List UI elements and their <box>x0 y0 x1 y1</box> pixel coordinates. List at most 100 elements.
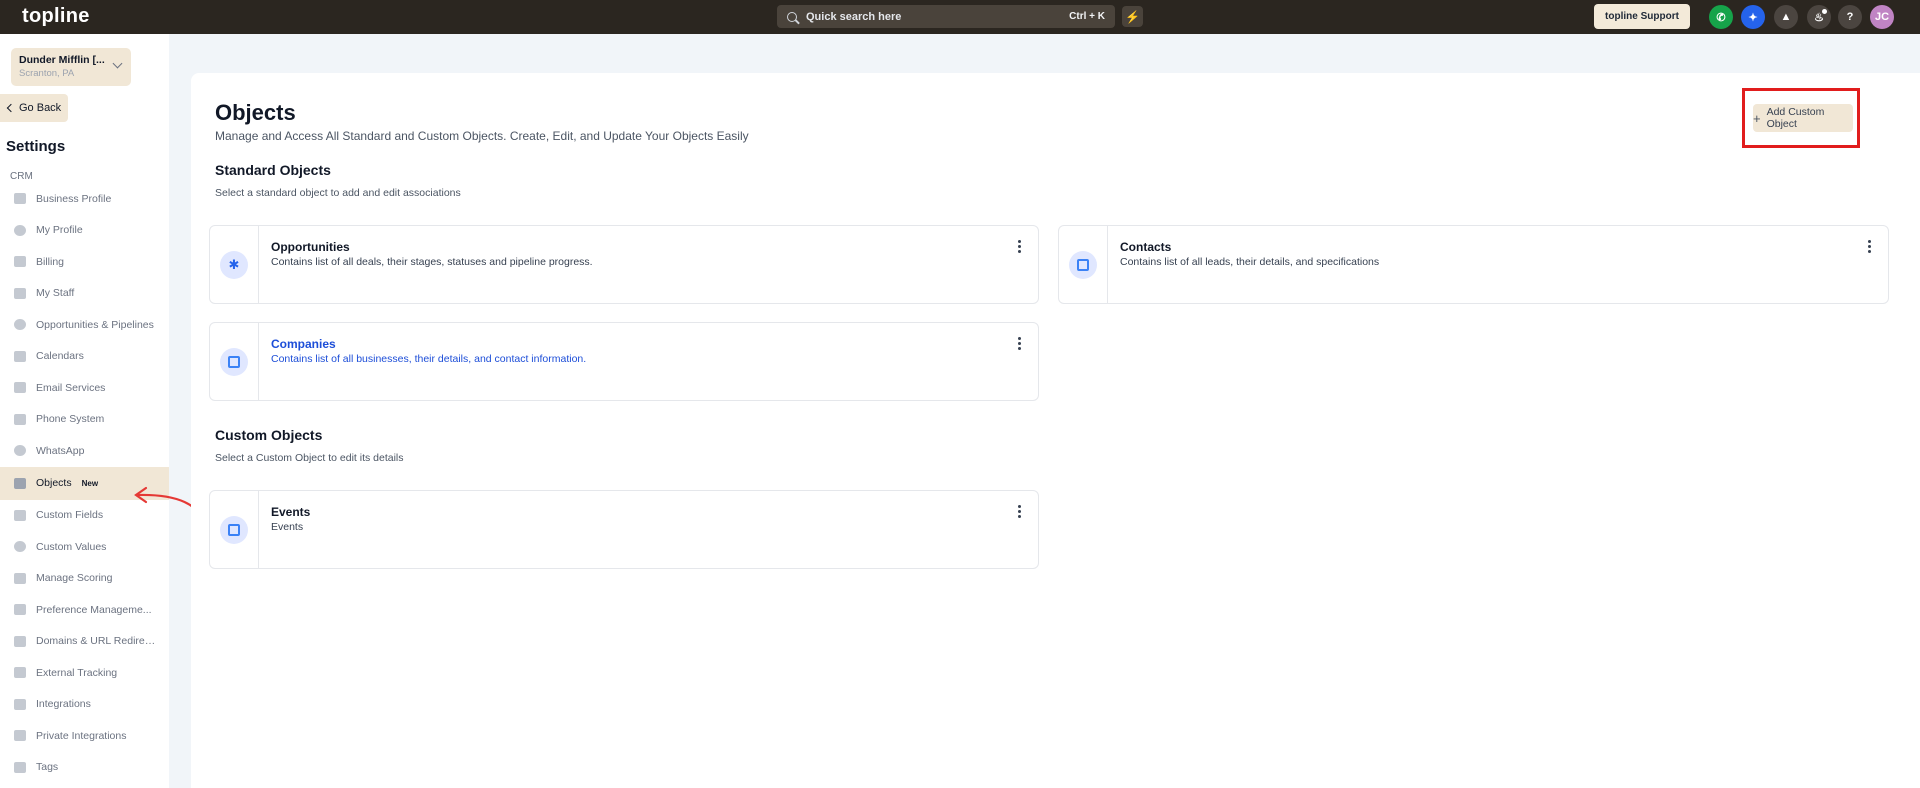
card-title: Contacts <box>1120 240 1172 254</box>
plus-icon: + <box>1753 110 1761 126</box>
kebab-menu-icon[interactable] <box>1868 240 1872 254</box>
search-shortcut: Ctrl + K <box>1069 11 1105 22</box>
settings-nav: Business Profile My Profile Billing My S… <box>0 183 169 783</box>
companies-icon <box>220 347 248 376</box>
chevron-left-icon <box>6 103 16 113</box>
sidebar-item-label: Phone System <box>36 413 105 426</box>
sidebar-item-label: Preference Manageme... <box>36 603 152 616</box>
sidebar-item-domains[interactable]: Domains & URL Redirec... <box>0 626 169 658</box>
contacts-icon <box>1069 250 1097 279</box>
sidebar-item-email-services[interactable]: Email Services <box>0 372 169 404</box>
sidebar-item-manage-scoring[interactable]: Manage Scoring <box>0 563 169 595</box>
tracking-icon <box>14 667 26 679</box>
kebab-menu-icon[interactable] <box>1018 337 1022 351</box>
sidebar-item-label: Business Profile <box>36 192 112 205</box>
sidebar-item-whatsapp[interactable]: WhatsApp <box>0 435 169 467</box>
kebab-menu-icon[interactable] <box>1018 505 1022 519</box>
card-title: Events <box>271 505 311 519</box>
search-placeholder: Quick search here <box>806 10 902 23</box>
integrations-icon <box>14 698 26 710</box>
object-card-events[interactable]: Events Events <box>209 490 1039 569</box>
standard-objects-subtitle: Select a standard object to add and edit… <box>215 187 461 199</box>
card-title: Companies <box>271 337 336 351</box>
app-logo[interactable]: topline <box>22 5 90 28</box>
sidebar-item-label: Domains & URL Redirec... <box>36 635 156 648</box>
scoring-icon <box>14 572 26 584</box>
sidebar-item-my-profile[interactable]: My Profile <box>0 215 169 247</box>
location-name: Dunder Mifflin [... <box>19 54 105 66</box>
page-title: Objects <box>215 100 296 125</box>
sidebar-item-billing[interactable]: Billing <box>0 246 169 278</box>
help-icon[interactable]: ? <box>1838 5 1862 29</box>
object-card-opportunities[interactable]: ✱ Opportunities Contains list of all dea… <box>209 225 1039 304</box>
sidebar-item-label: Custom Values <box>36 540 107 553</box>
location-switcher[interactable]: Dunder Mifflin [... Scranton, PA <box>11 48 131 86</box>
new-badge: New <box>81 478 99 488</box>
bell-icon[interactable]: ♨ <box>1807 5 1831 29</box>
whatsapp-icon <box>14 445 26 457</box>
sidebar-item-label: Tags <box>36 761 59 774</box>
phone-icon[interactable]: ✆ <box>1709 5 1733 29</box>
card-description: Contains list of all leads, their detail… <box>1120 256 1380 268</box>
page-subtitle: Manage and Access All Standard and Custo… <box>215 129 749 143</box>
objects-panel: Objects Manage and Access All Standard a… <box>191 73 1920 788</box>
sidebar-item-integrations[interactable]: Integrations <box>0 689 169 721</box>
sidebar-item-private-integrations[interactable]: Private Integrations <box>0 720 169 752</box>
add-custom-object-button[interactable]: + Add Custom Object <box>1753 104 1853 132</box>
pipeline-icon <box>14 319 26 331</box>
sidebar-item-label: WhatsApp <box>36 444 85 457</box>
custom-fields-icon <box>14 509 26 521</box>
top-bar: topline Quick search here Ctrl + K ⚡ top… <box>0 0 1920 34</box>
card-icon-column <box>210 491 259 568</box>
card-icon-column <box>1059 226 1108 303</box>
user-icon <box>14 224 26 236</box>
phone-icon <box>14 413 26 425</box>
card-description: Contains list of all deals, their stages… <box>271 256 593 268</box>
calendar-icon <box>14 350 26 362</box>
card-description: Contains list of all businesses, their d… <box>271 353 587 365</box>
sidebar-item-tags[interactable]: Tags <box>0 752 169 784</box>
highlight-box: + Add Custom Object <box>1742 88 1860 148</box>
custom-values-icon <box>14 541 26 553</box>
sidebar-item-label: External Tracking <box>36 666 118 679</box>
sidebar-item-my-staff[interactable]: My Staff <box>0 278 169 310</box>
sidebar-item-calendars[interactable]: Calendars <box>0 341 169 373</box>
card-title: Opportunities <box>271 240 350 254</box>
notification-dot <box>1822 9 1827 14</box>
sidebar-item-phone-system[interactable]: Phone System <box>0 404 169 436</box>
sidebar: Dunder Mifflin [... Scranton, PA Go Back… <box>0 34 169 788</box>
add-custom-object-label: Add Custom Object <box>1766 106 1825 130</box>
object-card-contacts[interactable]: Contacts Contains list of all leads, the… <box>1058 225 1889 304</box>
lightning-icon[interactable]: ⚡ <box>1122 6 1143 27</box>
kebab-menu-icon[interactable] <box>1018 240 1022 254</box>
sidebar-item-preference-management[interactable]: Preference Manageme... <box>0 594 169 626</box>
location-subtitle: Scranton, PA <box>19 68 75 79</box>
card-icon-column <box>210 323 259 400</box>
sidebar-item-business-profile[interactable]: Business Profile <box>0 183 169 215</box>
section-label-crm: CRM <box>10 171 33 182</box>
support-button[interactable]: topline Support <box>1594 4 1690 29</box>
sidebar-item-label: Opportunities & Pipelines <box>36 318 154 331</box>
sidebar-item-custom-values[interactable]: Custom Values <box>0 531 169 563</box>
avatar[interactable]: JC <box>1870 5 1894 29</box>
sidebar-item-label: Billing <box>36 255 65 268</box>
tag-icon <box>14 761 26 773</box>
briefcase-icon <box>14 193 26 205</box>
sidebar-item-external-tracking[interactable]: External Tracking <box>0 657 169 689</box>
events-icon <box>220 515 248 544</box>
go-back-button[interactable]: Go Back <box>0 94 68 122</box>
card-icon-column: ✱ <box>210 226 259 303</box>
megaphone-icon[interactable]: ▲ <box>1774 5 1798 29</box>
objects-icon <box>14 477 26 489</box>
private-integrations-icon <box>14 730 26 742</box>
go-back-label: Go Back <box>19 102 62 114</box>
quick-search-input[interactable]: Quick search here Ctrl + K <box>777 5 1115 28</box>
magic-wand-icon[interactable]: ✦ <box>1741 5 1765 29</box>
card-description: Events <box>271 521 304 533</box>
object-card-companies[interactable]: Companies Contains list of all businesse… <box>209 322 1039 401</box>
sidebar-item-opportunities[interactable]: Opportunities & Pipelines <box>0 309 169 341</box>
sidebar-item-label: Private Integrations <box>36 729 127 742</box>
staff-icon <box>14 287 26 299</box>
custom-objects-title: Custom Objects <box>215 427 323 443</box>
sidebar-item-label: Manage Scoring <box>36 572 113 585</box>
